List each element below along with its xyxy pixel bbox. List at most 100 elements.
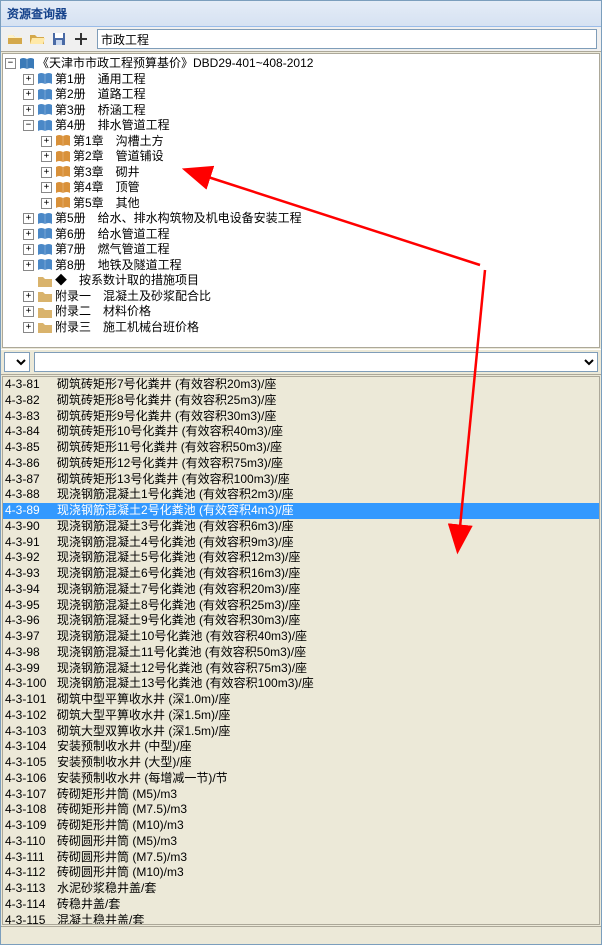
list-item[interactable]: 4-3-105安装预制收水井 (大型)/座 (3, 755, 599, 771)
expander-icon[interactable]: + (23, 260, 34, 271)
expander-icon[interactable]: + (23, 89, 34, 100)
list-item[interactable]: 4-3-115混凝土稳井盖/套 (3, 913, 599, 926)
list-item[interactable]: 4-3-108砖砌矩形井筒 (M7.5)/m3 (3, 802, 599, 818)
list-item[interactable]: 4-3-109砖砌矩形井筒 (M10)/m3 (3, 818, 599, 834)
list-item[interactable]: 4-3-88现浇钢筋混凝土1号化粪池 (有效容积2m3)/座 (3, 487, 599, 503)
tree-vol7[interactable]: +第7册 燃气管道工程 (5, 242, 597, 258)
save-icon[interactable] (49, 29, 69, 49)
list-item[interactable]: 4-3-99现浇钢筋混凝土12号化粪池 (有效容积75m3)/座 (3, 661, 599, 677)
expander-icon[interactable]: + (23, 244, 34, 255)
list-item[interactable]: 4-3-92现浇钢筋混凝土5号化粪池 (有效容积12m3)/座 (3, 550, 599, 566)
expander-icon[interactable]: + (41, 198, 52, 209)
list-item[interactable]: 4-3-112砖砌圆形井筒 (M10)/m3 (3, 865, 599, 881)
list-item[interactable]: 4-3-104安装预制收水井 (中型)/座 (3, 739, 599, 755)
list-item[interactable]: 4-3-90现浇钢筋混凝土3号化粪池 (有效容积6m3)/座 (3, 519, 599, 535)
list-item[interactable]: 4-3-106安装预制收水井 (每增减一节)/节 (3, 771, 599, 787)
tree-view[interactable]: −《天津市市政工程预算基价》DBD29-401~408-2012+第1册 通用工… (2, 53, 600, 348)
item-code: 4-3-108 (5, 802, 57, 818)
item-desc: 砌筑砖矩形7号化粪井 (有效容积20m3)/座 (57, 377, 276, 393)
item-code: 4-3-104 (5, 739, 57, 755)
expander-icon[interactable]: + (41, 167, 52, 178)
expander-icon[interactable]: + (23, 229, 34, 240)
expander-icon[interactable]: + (41, 136, 52, 147)
list-item[interactable]: 4-3-102砌筑大型平箅收水井 (深1.5m)/座 (3, 708, 599, 724)
list-item[interactable]: 4-3-84砌筑砖矩形10号化粪井 (有效容积40m3)/座 (3, 424, 599, 440)
list-item[interactable]: 4-3-98现浇钢筋混凝土11号化粪池 (有效容积50m3)/座 (3, 645, 599, 661)
item-code: 4-3-90 (5, 519, 57, 535)
list-item[interactable]: 4-3-86砌筑砖矩形12号化粪井 (有效容积75m3)/座 (3, 456, 599, 472)
item-desc: 砖砌圆形井筒 (M5)/m3 (57, 834, 177, 850)
expander-icon[interactable]: − (5, 58, 16, 69)
list-item[interactable]: 4-3-83砌筑砖矩形9号化粪井 (有效容积30m3)/座 (3, 409, 599, 425)
book-icon (37, 243, 53, 257)
filter-dropdown-2[interactable] (34, 352, 598, 372)
item-code: 4-3-113 (5, 881, 57, 897)
tree-vol6[interactable]: +第6册 给水管道工程 (5, 227, 597, 243)
tree-ch1[interactable]: +第1章 沟槽土方 (5, 134, 597, 150)
folder-open-icon[interactable] (27, 29, 47, 49)
list-item[interactable]: 4-3-111砖砌圆形井筒 (M7.5)/m3 (3, 850, 599, 866)
list-item[interactable]: 4-3-110砖砌圆形井筒 (M5)/m3 (3, 834, 599, 850)
item-desc: 砌筑大型双箅收水井 (深1.5m)/座 (57, 724, 230, 740)
folder-icon (37, 320, 53, 334)
list-item[interactable]: 4-3-114砖稳井盖/套 (3, 897, 599, 913)
list-item[interactable]: 4-3-103砌筑大型双箅收水井 (深1.5m)/座 (3, 724, 599, 740)
item-desc: 砌筑大型平箅收水井 (深1.5m)/座 (57, 708, 230, 724)
list-item[interactable]: 4-3-85砌筑砖矩形11号化粪井 (有效容积50m3)/座 (3, 440, 599, 456)
item-desc: 现浇钢筋混凝土4号化粪池 (有效容积9m3)/座 (57, 535, 294, 551)
list-item[interactable]: 4-3-113水泥砂浆稳井盖/套 (3, 881, 599, 897)
tree-ch4[interactable]: +第4章 顶管 (5, 180, 597, 196)
tree-vol5[interactable]: +第5册 给水、排水构筑物及机电设备安装工程 (5, 211, 597, 227)
tree-ch3[interactable]: +第3章 砌井 (5, 165, 597, 181)
list-item[interactable]: 4-3-94现浇钢筋混凝土7号化粪池 (有效容积20m3)/座 (3, 582, 599, 598)
list-item[interactable]: 4-3-81砌筑砖矩形7号化粪井 (有效容积20m3)/座 (3, 377, 599, 393)
item-desc: 现浇钢筋混凝土1号化粪池 (有效容积2m3)/座 (57, 487, 294, 503)
tree-vol3[interactable]: +第3册 桥涵工程 (5, 103, 597, 119)
item-desc: 现浇钢筋混凝土2号化粪池 (有效容积4m3)/座 (57, 503, 294, 519)
item-desc: 安装预制收水井 (中型)/座 (57, 739, 192, 755)
item-desc: 砌筑砖矩形9号化粪井 (有效容积30m3)/座 (57, 409, 276, 425)
tree-vol1[interactable]: +第1册 通用工程 (5, 72, 597, 88)
list-item[interactable]: 4-3-96现浇钢筋混凝土9号化粪池 (有效容积30m3)/座 (3, 613, 599, 629)
expander-icon[interactable]: + (23, 74, 34, 85)
list-item[interactable]: 4-3-97现浇钢筋混凝土10号化粪池 (有效容积40m3)/座 (3, 629, 599, 645)
list-item[interactable]: 4-3-87砌筑砖矩形13号化粪井 (有效容积100m3)/座 (3, 472, 599, 488)
list-item[interactable]: 4-3-95现浇钢筋混凝土8号化粪池 (有效容积25m3)/座 (3, 598, 599, 614)
list-item[interactable]: 4-3-101砌筑中型平箅收水井 (深1.0m)/座 (3, 692, 599, 708)
tree-app2[interactable]: +附录二 材料价格 (5, 304, 597, 320)
search-input[interactable] (97, 29, 597, 49)
list-item[interactable]: 4-3-91现浇钢筋混凝土4号化粪池 (有效容积9m3)/座 (3, 535, 599, 551)
add-icon[interactable] (71, 29, 91, 49)
tree-root[interactable]: −《天津市市政工程预算基价》DBD29-401~408-2012 (5, 56, 597, 72)
item-desc: 现浇钢筋混凝土5号化粪池 (有效容积12m3)/座 (57, 550, 300, 566)
expander-icon[interactable]: + (23, 213, 34, 224)
tree-ch5[interactable]: +第5章 其他 (5, 196, 597, 212)
list-item[interactable]: 4-3-82砌筑砖矩形8号化粪井 (有效容积25m3)/座 (3, 393, 599, 409)
tree-vol4[interactable]: −第4册 排水管道工程 (5, 118, 597, 134)
expander-icon[interactable]: − (23, 120, 34, 131)
tree-vol8[interactable]: +第8册 地铁及隧道工程 (5, 258, 597, 274)
list-item[interactable]: 4-3-107砖砌矩形井筒 (M5)/m3 (3, 787, 599, 803)
results-list[interactable]: 4-3-81砌筑砖矩形7号化粪井 (有效容积20m3)/座4-3-82砌筑砖矩形… (2, 376, 600, 925)
expander-icon[interactable]: + (23, 291, 34, 302)
item-code: 4-3-83 (5, 409, 57, 425)
tree-app1[interactable]: +附录一 混凝土及砂浆配合比 (5, 289, 597, 305)
item-code: 4-3-91 (5, 535, 57, 551)
filter-dropdown-1[interactable] (4, 352, 30, 372)
item-desc: 现浇钢筋混凝土3号化粪池 (有效容积6m3)/座 (57, 519, 294, 535)
item-desc: 安装预制收水井 (大型)/座 (57, 755, 192, 771)
tree-ch2[interactable]: +第2章 管道铺设 (5, 149, 597, 165)
expander-icon[interactable]: + (41, 151, 52, 162)
tree-misc[interactable]: ◆ 按系数计取的措施项目 (5, 273, 597, 289)
tree-app3[interactable]: +附录三 施工机械台班价格 (5, 320, 597, 336)
book-icon (55, 196, 71, 210)
expander-icon[interactable]: + (41, 182, 52, 193)
list-item[interactable]: 4-3-100现浇钢筋混凝土13号化粪池 (有效容积100m3)/座 (3, 676, 599, 692)
tree-vol2[interactable]: +第2册 道路工程 (5, 87, 597, 103)
expander-icon[interactable]: + (23, 322, 34, 333)
list-item[interactable]: 4-3-93现浇钢筋混凝土6号化粪池 (有效容积16m3)/座 (3, 566, 599, 582)
folder-new-icon[interactable] (5, 29, 25, 49)
expander-icon[interactable]: + (23, 105, 34, 116)
list-item[interactable]: 4-3-89现浇钢筋混凝土2号化粪池 (有效容积4m3)/座 (3, 503, 599, 519)
expander-icon[interactable]: + (23, 306, 34, 317)
